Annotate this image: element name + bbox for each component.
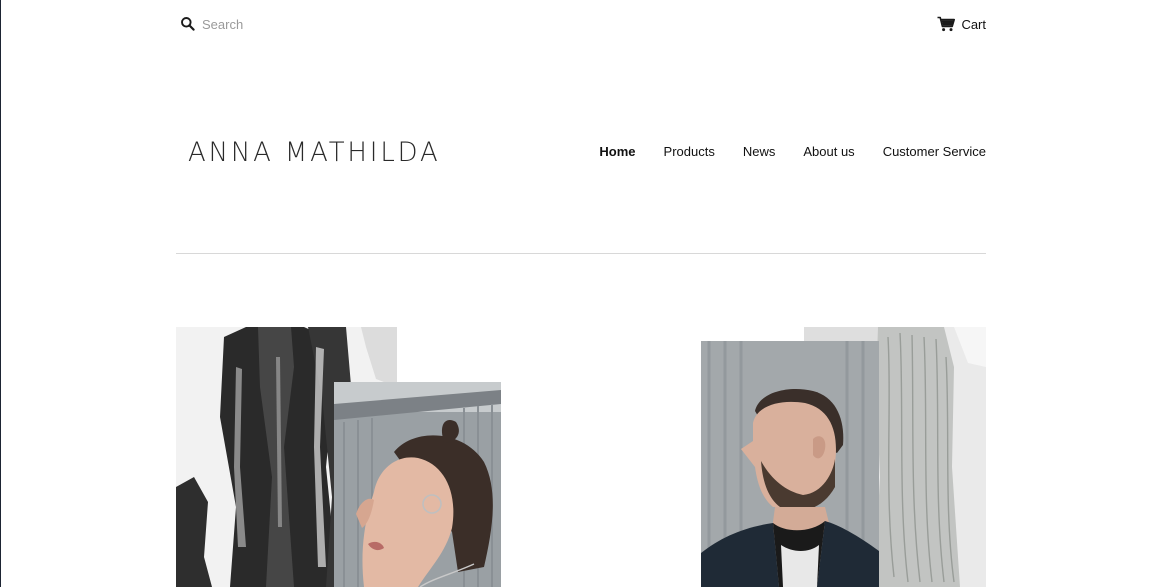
window-edge <box>0 0 1 587</box>
hero-collage <box>176 0 986 587</box>
model-man-profile-photo[interactable] <box>701 341 879 587</box>
page-container: Cart ANNA MATHILDA Home Products News Ab… <box>176 0 986 587</box>
model-woman-earring-photo[interactable] <box>334 382 501 587</box>
